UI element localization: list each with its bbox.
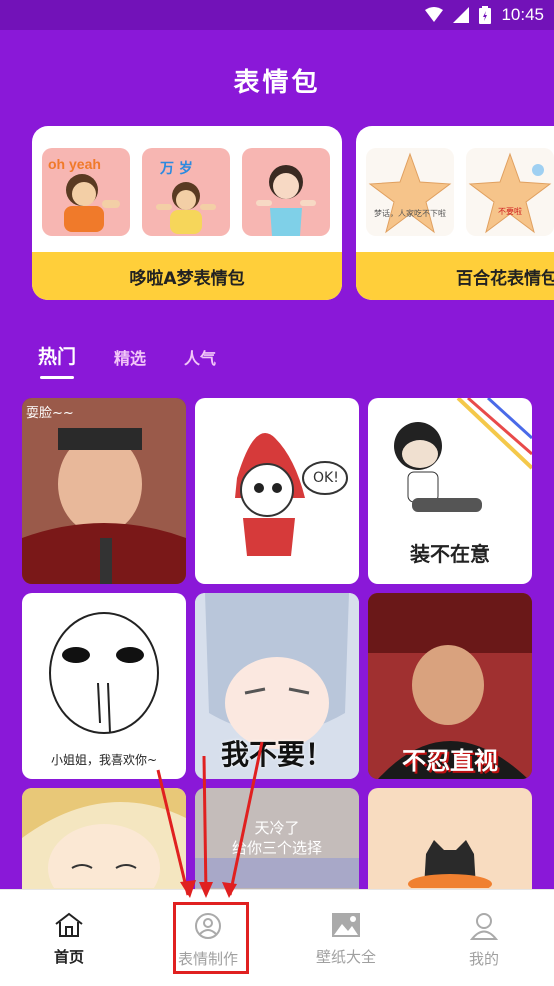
sticker-tile[interactable]: 装不在意 — [368, 398, 532, 584]
nav-label: 壁纸大全 — [315, 948, 376, 966]
tab-popular[interactable]: 人气 — [184, 345, 216, 369]
status-time: 10:45 — [501, 5, 544, 24]
user-circle-icon — [195, 913, 221, 939]
sticker-text: 不要啦 — [498, 207, 522, 216]
sticker-tile[interactable]: 不忍直视 — [368, 593, 532, 779]
nav-label: 首页 — [53, 948, 84, 966]
sticker-caption: 我不要！ — [220, 738, 333, 771]
sticker-thumb-star-refuse: 不要啦 — [466, 148, 554, 236]
sticker-tile[interactable]: OK! — [195, 398, 359, 584]
nav-home[interactable]: 首页 — [19, 912, 119, 967]
sticker-tile[interactable]: 小姐姐，我喜欢你~ — [22, 593, 186, 779]
sticker-caption: 天冷了 给你三个选择 — [231, 819, 322, 857]
collection-card-lily[interactable]: 梦话，人家吃不下啦 不要啦 百合花表情包 — [356, 126, 554, 300]
sticker-thumb-star-sleep: 梦话，人家吃不下啦 — [366, 148, 454, 236]
category-tabs: 热门 精选 人气 — [38, 342, 216, 369]
bottom-navigation: 首页 表情制作 壁纸大全 我的 — [0, 889, 554, 986]
nav-sticker-maker[interactable]: 表情制作 — [158, 912, 258, 969]
nav-label: 我的 — [468, 950, 499, 968]
sticker-text: 万 岁 — [160, 161, 193, 177]
collection-card-doraemon[interactable]: oh yeah 万 岁 哆啦A梦表情包 — [32, 126, 342, 300]
signal-icon — [453, 7, 470, 23]
sticker-thumb-oh-yeah: oh yeah — [42, 148, 130, 236]
sticker-tile[interactable]: 我不要！ — [195, 593, 359, 779]
wifi-icon — [425, 7, 444, 22]
sticker-thumb-girl — [242, 148, 330, 236]
page-title: 表情包 — [233, 68, 321, 98]
person-icon — [469, 913, 499, 940]
tab-underline — [40, 376, 74, 379]
battery-icon — [479, 6, 492, 24]
sticker-caption: 不忍直视 — [402, 747, 498, 775]
collection-title: 百合花表情包 — [356, 252, 554, 300]
tab-hot[interactable]: 热门 — [38, 342, 76, 369]
collection-title: 哆啦A梦表情包 — [32, 252, 342, 300]
status-icons: 10:45 — [425, 4, 544, 26]
nav-wallpapers[interactable]: 壁纸大全 — [296, 912, 396, 967]
card-thumbnails: oh yeah 万 岁 — [42, 148, 330, 236]
sticker-caption: 装不在意 — [410, 542, 490, 566]
sticker-text: 梦话，人家吃不下啦 — [374, 209, 446, 218]
speech-bubble-text: OK! — [313, 470, 339, 486]
sticker-caption: 小姐姐，我喜欢你~ — [50, 753, 158, 767]
nav-mine[interactable]: 我的 — [434, 912, 534, 969]
sticker-thumb-wansui: 万 岁 — [142, 148, 230, 236]
home-icon — [55, 912, 83, 937]
sticker-text: oh yeah — [48, 156, 101, 172]
nav-label: 表情制作 — [177, 950, 238, 968]
sticker-overlay-text: 耍脸~~ — [26, 406, 74, 421]
status-bar: 10:45 — [0, 0, 554, 30]
image-icon — [332, 913, 360, 937]
tab-featured[interactable]: 精选 — [114, 345, 146, 369]
sticker-tile[interactable]: 耍脸~~ — [22, 398, 186, 584]
card-thumbnails: 梦话，人家吃不下啦 不要啦 — [366, 148, 554, 236]
